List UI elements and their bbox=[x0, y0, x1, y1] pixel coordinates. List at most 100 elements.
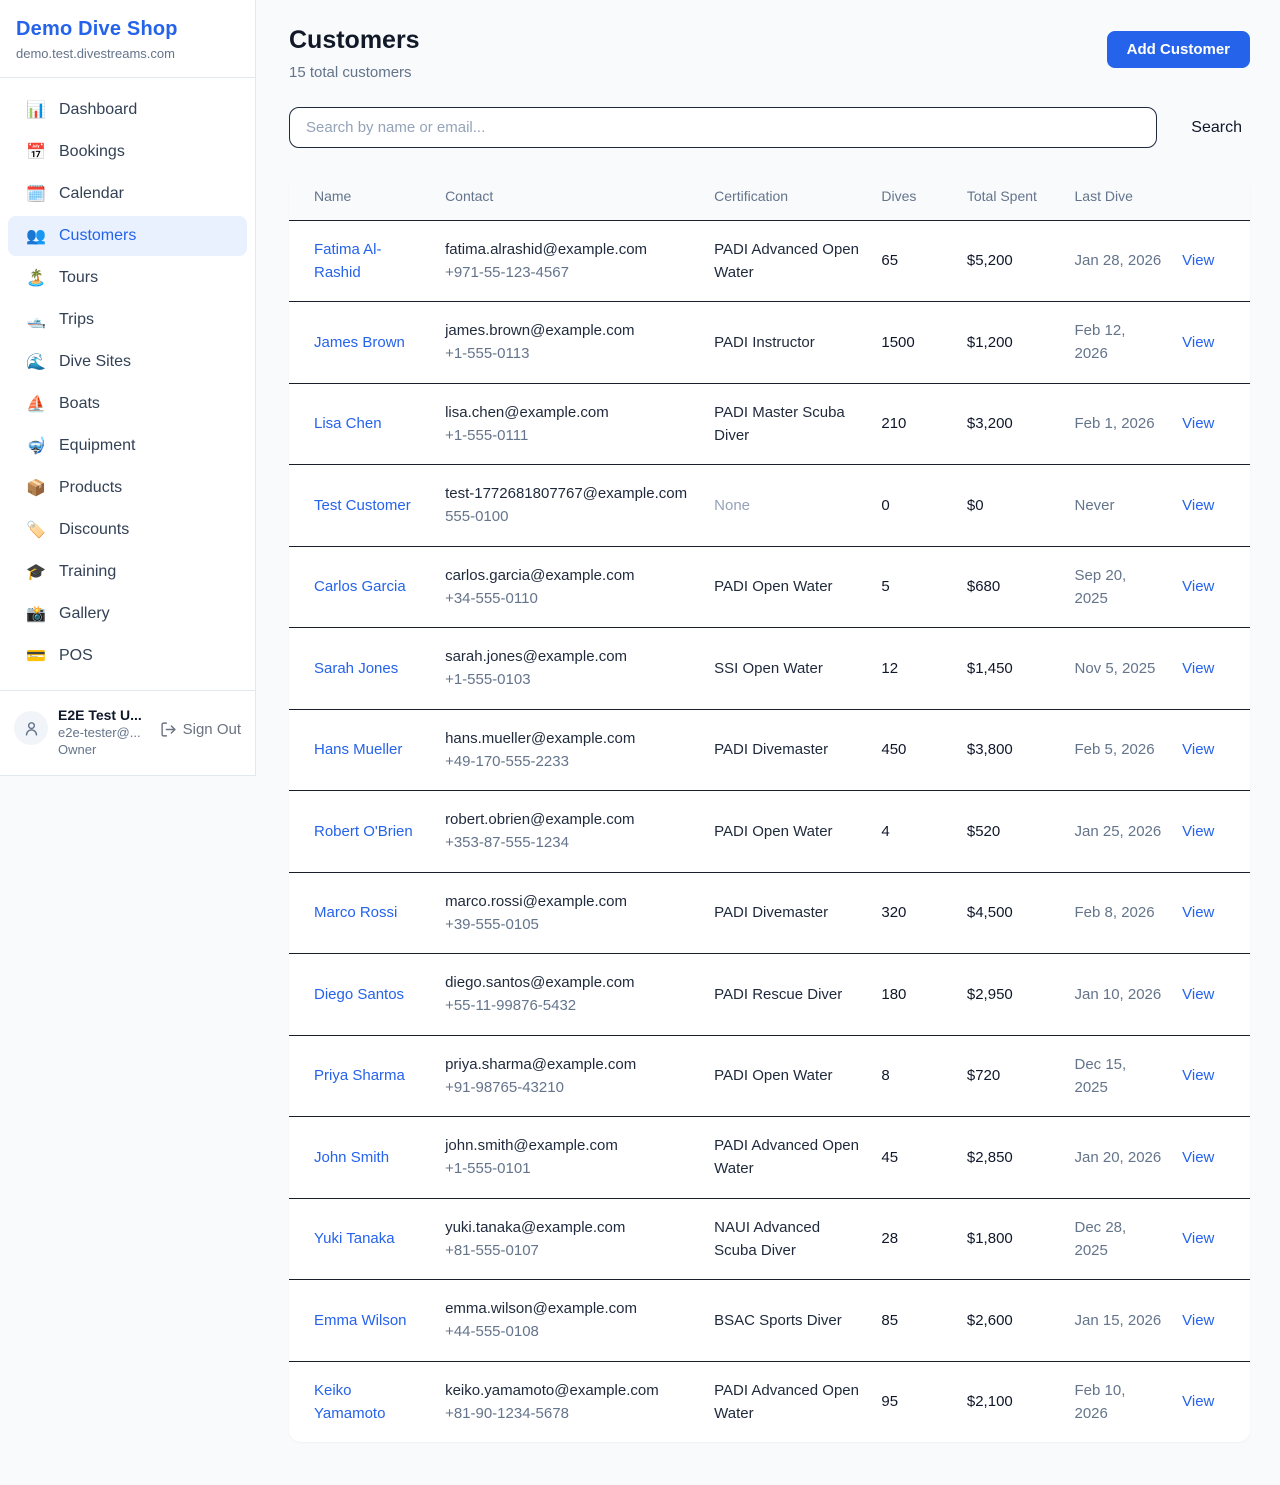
sidebar-item-boats[interactable]: ⛵ Boats bbox=[8, 384, 247, 424]
customer-name-link[interactable]: Test Customer bbox=[314, 494, 411, 517]
customers-icon: 👥 bbox=[26, 226, 46, 246]
view-customer-link[interactable]: View bbox=[1182, 415, 1214, 432]
table-row: Carlos Garcia carlos.garcia@example.com … bbox=[289, 546, 1250, 628]
customer-name-link[interactable]: Priya Sharma bbox=[314, 1064, 405, 1087]
customer-dives: 28 bbox=[881, 1230, 898, 1247]
search-input[interactable] bbox=[289, 107, 1157, 148]
boats-icon: ⛵ bbox=[26, 394, 46, 414]
view-customer-link[interactable]: View bbox=[1182, 497, 1214, 514]
search-button[interactable]: Search bbox=[1183, 113, 1250, 143]
sidebar-item-calendar[interactable]: 🗓️ Calendar bbox=[8, 174, 247, 214]
sidebar-item-dashboard[interactable]: 📊 Dashboard bbox=[8, 90, 247, 130]
table-header-row: Name Contact Certification Dives Total S… bbox=[289, 174, 1250, 220]
customer-name-link[interactable]: Yuki Tanaka bbox=[314, 1227, 395, 1250]
main-content: Customers 15 total customers Add Custome… bbox=[256, 0, 1280, 1472]
customer-name-link[interactable]: Carlos Garcia bbox=[314, 575, 406, 598]
customer-name-link[interactable]: James Brown bbox=[314, 331, 405, 354]
user-name: E2E Test U... bbox=[58, 707, 150, 723]
view-customer-link[interactable]: View bbox=[1182, 1312, 1214, 1329]
view-customer-link[interactable]: View bbox=[1182, 741, 1214, 758]
customer-phone: +91-98765-43210 bbox=[445, 1076, 694, 1099]
logout-icon bbox=[160, 721, 177, 738]
sidebar-item-products[interactable]: 📦 Products bbox=[8, 468, 247, 508]
view-customer-link[interactable]: View bbox=[1182, 823, 1214, 840]
sidebar-item-trips[interactable]: 🛥️ Trips bbox=[8, 300, 247, 340]
customer-dives: 320 bbox=[881, 904, 906, 921]
customer-dives: 45 bbox=[881, 1149, 898, 1166]
sidebar-item-equipment[interactable]: 🤿 Equipment bbox=[8, 426, 247, 466]
user-email: e2e-tester@... bbox=[58, 725, 150, 740]
sign-out-button[interactable]: Sign Out bbox=[160, 721, 241, 738]
table-row: Yuki Tanaka yuki.tanaka@example.com +81-… bbox=[289, 1198, 1250, 1280]
user-footer: E2E Test U... e2e-tester@... Owner Sign … bbox=[0, 691, 255, 775]
training-icon: 🎓 bbox=[26, 562, 46, 582]
customer-certification: PADI Advanced Open Water bbox=[714, 241, 859, 281]
dive-sites-icon: 🌊 bbox=[26, 352, 46, 372]
view-customer-link[interactable]: View bbox=[1182, 1230, 1214, 1247]
tours-icon: 🏝️ bbox=[26, 268, 46, 288]
page-header: Customers 15 total customers Add Custome… bbox=[289, 26, 1250, 81]
customer-name-link[interactable]: Robert O'Brien bbox=[314, 820, 413, 843]
view-customer-link[interactable]: View bbox=[1182, 1067, 1214, 1084]
customer-name-link[interactable]: Emma Wilson bbox=[314, 1309, 407, 1332]
view-customer-link[interactable]: View bbox=[1182, 986, 1214, 1003]
sidebar-item-customers[interactable]: 👥 Customers bbox=[8, 216, 247, 256]
customer-total-spent: $2,950 bbox=[967, 986, 1013, 1003]
customer-phone: +44-555-0108 bbox=[445, 1320, 694, 1343]
customer-certification: PADI Open Water bbox=[714, 1067, 832, 1084]
view-customer-link[interactable]: View bbox=[1182, 578, 1214, 595]
customer-phone: +353-87-555-1234 bbox=[445, 831, 694, 854]
column-header-last-dive: Last Dive bbox=[1065, 174, 1173, 220]
sidebar-item-discounts[interactable]: 🏷️ Discounts bbox=[8, 510, 247, 550]
customer-name-link[interactable]: John Smith bbox=[314, 1146, 389, 1169]
customer-last-dive: Feb 5, 2026 bbox=[1075, 741, 1155, 758]
view-customer-link[interactable]: View bbox=[1182, 904, 1214, 921]
shop-name: Demo Dive Shop bbox=[16, 18, 239, 41]
sidebar-item-tours[interactable]: 🏝️ Tours bbox=[8, 258, 247, 298]
customer-name-link[interactable]: Sarah Jones bbox=[314, 657, 398, 680]
view-customer-link[interactable]: View bbox=[1182, 334, 1214, 351]
customer-certification: PADI Open Water bbox=[714, 578, 832, 595]
customer-name-link[interactable]: Fatima Al-Rashid bbox=[314, 238, 425, 285]
customer-name-link[interactable]: Diego Santos bbox=[314, 983, 404, 1006]
sidebar-item-pos[interactable]: 💳 POS bbox=[8, 636, 247, 676]
customer-total-spent: $520 bbox=[967, 823, 1000, 840]
customer-dives: 65 bbox=[881, 252, 898, 269]
customer-dives: 85 bbox=[881, 1312, 898, 1329]
table-row: Sarah Jones sarah.jones@example.com +1-5… bbox=[289, 628, 1250, 710]
view-customer-link[interactable]: View bbox=[1182, 1393, 1214, 1410]
column-header-total-spent: Total Spent bbox=[957, 174, 1065, 220]
customer-name-link[interactable]: Lisa Chen bbox=[314, 412, 382, 435]
discounts-icon: 🏷️ bbox=[26, 520, 46, 540]
customer-phone: +34-555-0110 bbox=[445, 587, 694, 610]
customer-certification: PADI Divemaster bbox=[714, 741, 828, 758]
customer-email: fatima.alrashid@example.com bbox=[445, 238, 694, 261]
customer-certification: NAUI Advanced Scuba Diver bbox=[714, 1219, 820, 1259]
table-row: Lisa Chen lisa.chen@example.com +1-555-0… bbox=[289, 383, 1250, 465]
customer-certification: PADI Advanced Open Water bbox=[714, 1137, 859, 1177]
add-customer-button[interactable]: Add Customer bbox=[1107, 31, 1250, 68]
view-customer-link[interactable]: View bbox=[1182, 1149, 1214, 1166]
equipment-icon: 🤿 bbox=[26, 436, 46, 456]
customer-dives: 1500 bbox=[881, 334, 914, 351]
customer-name-link[interactable]: Keiko Yamamoto bbox=[314, 1379, 425, 1426]
customer-name-link[interactable]: Hans Mueller bbox=[314, 738, 402, 761]
customer-email: test-1772681807767@example.com bbox=[445, 482, 694, 505]
customer-name-link[interactable]: Marco Rossi bbox=[314, 901, 397, 924]
column-header-contact: Contact bbox=[435, 174, 704, 220]
customer-phone: +39-555-0105 bbox=[445, 913, 694, 936]
customer-certification: PADI Instructor bbox=[714, 334, 815, 351]
customer-certification: PADI Divemaster bbox=[714, 904, 828, 921]
table-row: Priya Sharma priya.sharma@example.com +9… bbox=[289, 1035, 1250, 1117]
sidebar-item-training[interactable]: 🎓 Training bbox=[8, 552, 247, 592]
sidebar-item-dive-sites[interactable]: 🌊 Dive Sites bbox=[8, 342, 247, 382]
customer-last-dive: Nov 5, 2025 bbox=[1075, 660, 1156, 677]
view-customer-link[interactable]: View bbox=[1182, 660, 1214, 677]
customer-email: priya.sharma@example.com bbox=[445, 1053, 694, 1076]
view-customer-link[interactable]: View bbox=[1182, 252, 1214, 269]
customer-email: hans.mueller@example.com bbox=[445, 727, 694, 750]
sidebar-item-gallery[interactable]: 📸 Gallery bbox=[8, 594, 247, 634]
customer-phone: +1-555-0113 bbox=[445, 342, 694, 365]
sidebar-item-bookings[interactable]: 📅 Bookings bbox=[8, 132, 247, 172]
customer-total-spent: $680 bbox=[967, 578, 1000, 595]
